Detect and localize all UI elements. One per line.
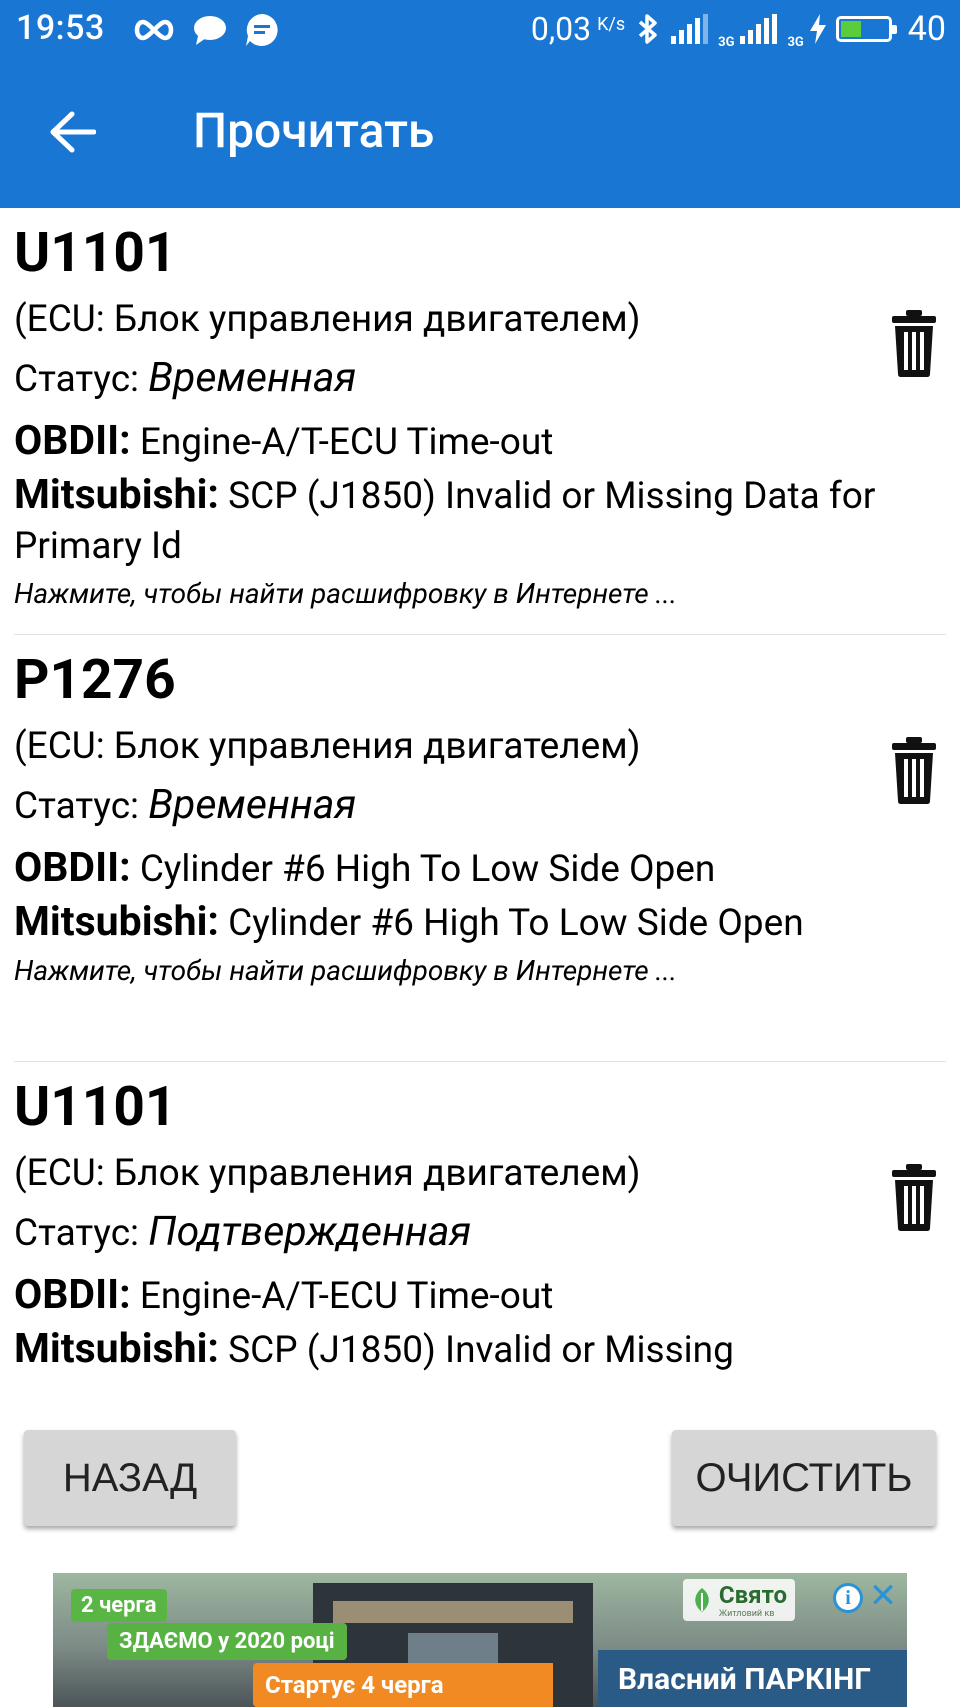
back-arrow-icon bbox=[50, 111, 96, 153]
notification-icons bbox=[132, 10, 280, 50]
status-value: Временная bbox=[148, 354, 357, 402]
mitsubishi-description: Cylinder #6 High To Low Side Open bbox=[228, 902, 804, 945]
trash-icon bbox=[892, 1164, 936, 1231]
status-value: Временная bbox=[148, 781, 357, 829]
status-line: Статус: Подтвержденная bbox=[14, 1204, 960, 1262]
mitsubishi-description: SCP (J1850) Invalid or Missing bbox=[228, 1329, 734, 1372]
code-number: U1101 bbox=[14, 1075, 177, 1139]
obdii-line: OBDII: Cylinder #6 High To Low Side Open bbox=[14, 841, 960, 897]
network-type-label-2: 3G bbox=[787, 35, 804, 50]
charging-icon bbox=[809, 14, 826, 44]
ad-banner[interactable]: 2 черга ЗДАЄМО у 2020 році Стартує 4 чер… bbox=[53, 1573, 907, 1707]
ad-brand-logo: Свято Житловий кв bbox=[682, 1579, 795, 1621]
status-label: Статус: bbox=[14, 1212, 149, 1255]
battery-icon bbox=[835, 16, 897, 42]
delete-button[interactable] bbox=[890, 308, 938, 378]
status-label: Статус: bbox=[14, 358, 149, 401]
trouble-code-list: U1101 (ECU: Блок управления двигателем) … bbox=[0, 208, 960, 1380]
message-icon bbox=[194, 16, 226, 45]
code-number: U1101 bbox=[14, 221, 177, 285]
ad-brand-sub: Житловий кв bbox=[718, 1609, 775, 1619]
mitsubishi-line: Mitsubishi: Cylinder #6 High To Low Side… bbox=[14, 897, 960, 949]
trouble-code-item[interactable]: U1101 (ECU: Блок управления двигателем) … bbox=[0, 208, 960, 635]
obdii-line: OBDII: Engine-A/T-ECU Time-out bbox=[14, 414, 960, 470]
trash-icon bbox=[892, 310, 936, 377]
mitsubishi-line: Mitsubishi: SCP (J1850) Invalid or Missi… bbox=[14, 1324, 960, 1376]
battery-fill bbox=[840, 21, 862, 37]
trouble-code-item[interactable]: P1276 (ECU: Блок управления двигателем) … bbox=[0, 635, 960, 1062]
mitsubishi-label: Mitsubishi: bbox=[14, 898, 219, 946]
code-number: P1276 bbox=[14, 648, 176, 712]
ad-tag-delivery: ЗДАЄМО у 2020 році bbox=[107, 1623, 347, 1660]
trouble-code-item[interactable]: U1101 (ECU: Блок управления двигателем) … bbox=[0, 1062, 960, 1380]
trash-icon bbox=[892, 737, 936, 804]
ad-tag-queue: 2 черга bbox=[71, 1589, 167, 1622]
ad-headline: Власний ПАРКІНГ bbox=[597, 1650, 907, 1707]
delete-button[interactable] bbox=[890, 735, 938, 805]
status-line: Статус: Временная bbox=[14, 350, 960, 408]
net-speed-value: 0,03 bbox=[530, 10, 592, 48]
status-value: Подтвержденная bbox=[148, 1208, 472, 1256]
obdii-label: OBDII: bbox=[14, 417, 131, 465]
ecu-label: (ECU: Блок управления двигателем) bbox=[14, 298, 641, 341]
battery-level: 40 bbox=[907, 9, 946, 49]
app-toolbar: Прочитать bbox=[0, 58, 960, 208]
infinity-icon bbox=[134, 19, 174, 41]
search-online-hint[interactable]: Нажмите, чтобы найти расшифровку в Интер… bbox=[14, 572, 960, 616]
back-arrow-button[interactable] bbox=[44, 104, 100, 160]
page-title: Прочитать bbox=[193, 102, 435, 159]
ecu-label: (ECU: Блок управления двигателем) bbox=[14, 725, 641, 768]
net-speed-unit: K/s bbox=[597, 14, 626, 35]
ad-info-icon[interactable]: i bbox=[833, 1583, 863, 1613]
obdii-description: Cylinder #6 High To Low Side Open bbox=[139, 848, 716, 891]
system-indicators: 0,03 K/s 3G 3G 40 bbox=[531, 8, 946, 50]
ad-tag-start: Стартує 4 черга bbox=[253, 1663, 553, 1707]
obdii-description: Engine-A/T-ECU Time-out bbox=[139, 421, 554, 464]
status-line: Статус: Временная bbox=[14, 777, 960, 835]
ad-close-icon[interactable]: ✕ bbox=[867, 1579, 899, 1613]
clock: 19:53 bbox=[16, 8, 105, 48]
obdii-line: OBDII: Engine-A/T-ECU Time-out bbox=[14, 1268, 960, 1324]
signal-icon-2 bbox=[740, 14, 778, 44]
status-bar: 19:53 0,03 K/s 3G 3G 40 bbox=[0, 0, 960, 58]
mitsubishi-line: Mitsubishi: SCP (J1850) Invalid or Missi… bbox=[14, 470, 960, 572]
net-speed: 0,03 K/s bbox=[531, 10, 625, 48]
delete-button[interactable] bbox=[890, 1162, 938, 1232]
search-online-hint[interactable]: Нажмите, чтобы найти расшифровку в Интер… bbox=[14, 949, 960, 993]
ecu-label: (ECU: Блок управления двигателем) bbox=[14, 1152, 641, 1195]
bluetooth-icon bbox=[638, 14, 657, 44]
leaf-icon bbox=[695, 1588, 709, 1612]
signal-icon bbox=[671, 14, 709, 44]
obdii-label: OBDII: bbox=[14, 844, 131, 892]
clear-button[interactable]: ОЧИСТИТЬ bbox=[672, 1430, 936, 1526]
chat-bubble-icon bbox=[246, 14, 278, 46]
ad-brand-name: Свято bbox=[718, 1581, 787, 1609]
status-label: Статус: bbox=[14, 785, 149, 828]
mitsubishi-label: Mitsubishi: bbox=[14, 471, 219, 519]
obdii-label: OBDII: bbox=[14, 1271, 131, 1319]
obdii-description: Engine-A/T-ECU Time-out bbox=[139, 1275, 554, 1318]
mitsubishi-label: Mitsubishi: bbox=[14, 1325, 219, 1373]
network-type-label: 3G bbox=[718, 35, 735, 50]
back-button[interactable]: НАЗАД bbox=[24, 1430, 236, 1526]
